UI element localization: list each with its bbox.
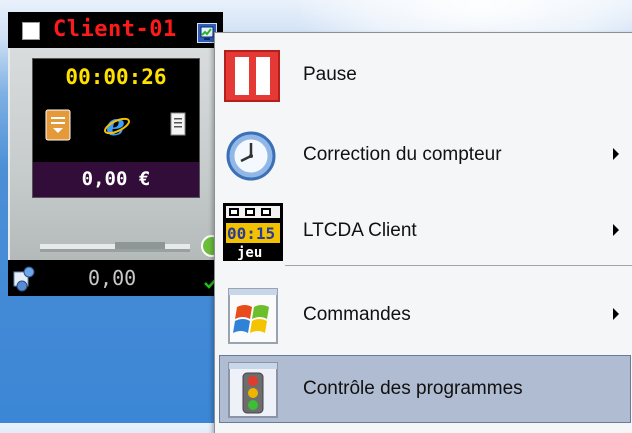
client-select-checkbox[interactable] — [22, 22, 40, 40]
client-header: Client-01 — [8, 12, 223, 48]
menu-item-label: LTCDA Client — [303, 220, 417, 241]
client-monitor: 00:00:26 e 0,00 € — [8, 48, 225, 260]
client-screen: 00:00:26 e 0,00 € — [32, 58, 200, 198]
context-menu: Pause Correction du compteur 00:15 jeu L… — [214, 32, 632, 433]
client-tile[interactable]: Client-01 00:00:26 e 0,00 € 0,00 — [8, 12, 225, 296]
menu-item-pause[interactable]: Pause — [215, 39, 632, 111]
client-status-bar: 0,00 — [8, 260, 223, 296]
screen-icons: e — [33, 105, 199, 145]
account-balance: 0,00 — [88, 266, 137, 290]
document-icon — [169, 109, 195, 141]
session-price: 0,00 € — [81, 168, 151, 190]
submenu-arrow-icon — [613, 148, 619, 160]
notes-icon — [45, 109, 71, 141]
ltcda-icon-time: 00:15 — [227, 224, 275, 243]
menu-item-correction-compteur[interactable]: Correction du compteur — [215, 119, 632, 191]
pause-icon — [223, 47, 283, 105]
menu-item-label: Pause — [303, 64, 357, 85]
session-timer: 00:00:26 — [65, 65, 167, 89]
monitor-base — [10, 206, 225, 260]
clock-icon — [223, 127, 283, 185]
ltcda-icon-jeu: jeu — [237, 245, 262, 261]
menu-item-ltcda-client[interactable]: 00:15 jeu LTCDA Client — [215, 195, 632, 267]
menu-separator — [285, 265, 632, 266]
windows-document-icon — [223, 287, 283, 345]
traffic-light-icon — [223, 361, 283, 419]
price-bar: 0,00 € — [33, 162, 199, 197]
internet-explorer-icon: e — [103, 108, 130, 143]
user-group-icon[interactable] — [12, 264, 38, 296]
menu-item-label: Commandes — [303, 304, 411, 325]
ltcda-timer-icon: 00:15 jeu — [223, 203, 283, 261]
submenu-arrow-icon — [613, 224, 619, 236]
menu-item-commandes[interactable]: Commandes — [215, 279, 632, 351]
menu-item-controle-programmes[interactable]: Contrôle des programmes — [215, 353, 632, 425]
submenu-arrow-icon — [613, 308, 619, 320]
menu-item-label: Contrôle des programmes — [303, 378, 523, 399]
menu-item-label: Correction du compteur — [303, 144, 502, 165]
client-name: Client-01 — [53, 17, 177, 42]
